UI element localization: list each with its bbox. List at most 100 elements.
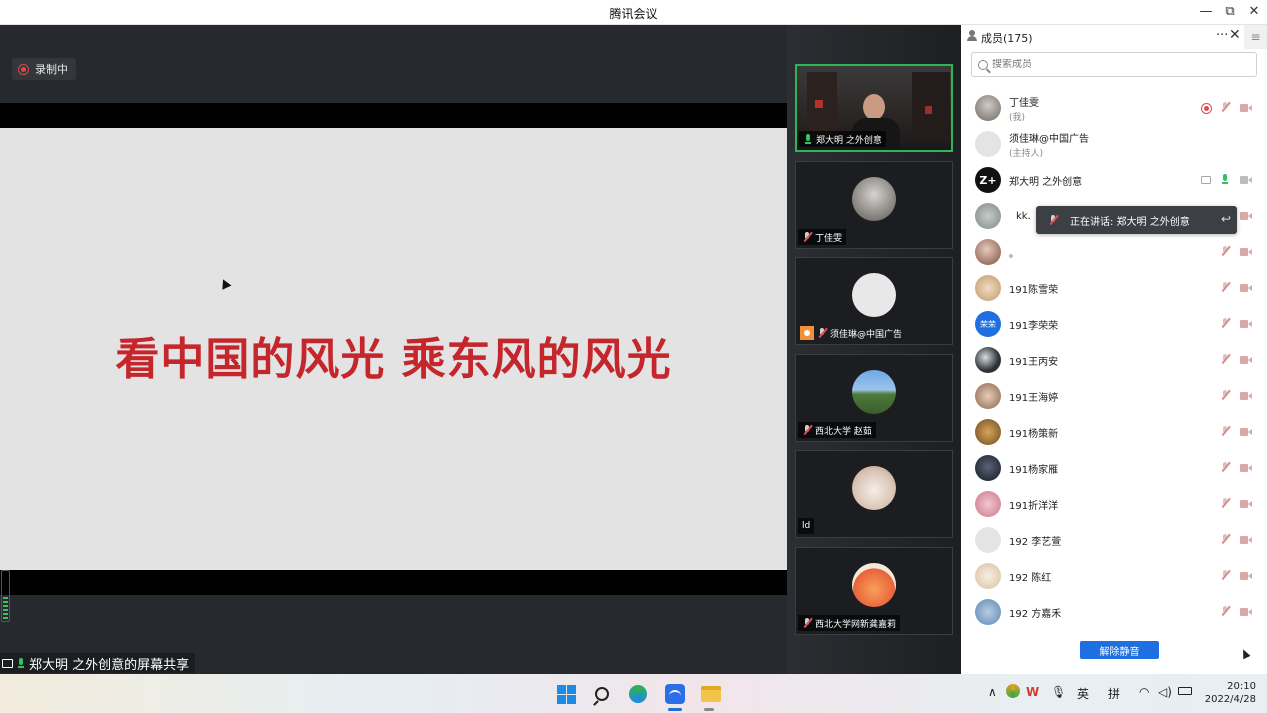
video-tile[interactable]: ld (795, 450, 953, 538)
avatar (975, 419, 1001, 445)
member-panel: 成员(175) ··· ✕ ≡ 丁佳雯 (我) 须佳琳@中国广告 (主持人) Z+ … (961, 25, 1267, 674)
tencent-meeting-taskbar-button[interactable] (664, 683, 686, 705)
ime-pinyin-toggle[interactable]: 拼 (1108, 685, 1120, 702)
mic-muted-icon[interactable] (1220, 318, 1230, 328)
member-row[interactable]: 192 方嘉禾 (961, 594, 1267, 625)
mic-muted-icon[interactable] (1220, 426, 1230, 436)
member-row[interactable]: 荣荣 191李荣荣 (961, 306, 1267, 342)
start-button[interactable] (555, 683, 577, 705)
member-row[interactable]: Z+ 郑大明 之外创意 (961, 162, 1267, 198)
mic-muted-icon[interactable] (1220, 498, 1230, 508)
avatar (975, 239, 1001, 265)
mic-on-icon[interactable] (1220, 174, 1230, 184)
video-tile[interactable]: 郑大明 之外创意 (795, 64, 953, 152)
member-search-input[interactable] (992, 59, 1242, 70)
restore-button[interactable]: ⧉ (1220, 3, 1240, 21)
video-tile[interactable]: 须佳琳@中国广告 (795, 257, 953, 345)
member-row[interactable]: 191王海婷 (961, 378, 1267, 414)
mic-muted-icon[interactable] (1220, 462, 1230, 472)
camera-off-icon[interactable] (1240, 248, 1252, 256)
camera-off-icon[interactable] (1240, 104, 1252, 112)
panel-menu-button[interactable]: ≡ (1244, 25, 1267, 49)
video-tile[interactable]: 丁佳雯 (795, 161, 953, 249)
title-bar: 腾讯会议 — ⧉ ✕ (0, 0, 1267, 25)
video-tile-name: 西北大学网新龚嘉莉 (815, 619, 897, 630)
file-explorer-taskbar-button[interactable] (700, 683, 722, 705)
clock[interactable]: 20:10 2022/4/28 (1200, 680, 1256, 706)
reply-arrow-icon[interactable]: ↩ (1221, 212, 1231, 226)
close-button[interactable]: ✕ (1244, 3, 1264, 21)
mic-muted-icon[interactable] (1220, 606, 1230, 616)
video-tile[interactable]: 西北大学网新龚嘉莉 (795, 547, 953, 635)
camera-off-icon[interactable] (1240, 428, 1252, 436)
avatar (975, 95, 1001, 121)
mouse-cursor-icon (1239, 647, 1251, 660)
unmute-all-button[interactable]: 解除静音 (1080, 641, 1159, 659)
camera-off-icon[interactable] (1240, 284, 1252, 292)
default-avatar-icon (975, 131, 1001, 157)
member-name: 191李荣荣 (1009, 320, 1059, 332)
member-list[interactable]: 丁佳雯 (我) 须佳琳@中国广告 (主持人) Z+ 郑大明 之外创意 kk. 。 (961, 90, 1267, 625)
tray-overflow-icon[interactable]: ∧ (988, 685, 997, 699)
wifi-icon[interactable]: ◠ (1139, 685, 1149, 699)
mic-muted-icon[interactable] (1220, 390, 1230, 400)
member-row[interactable]: 丁佳雯 (我) (961, 90, 1267, 126)
wps-icon[interactable]: W (1026, 685, 1039, 699)
members-icon (966, 30, 978, 42)
member-row[interactable]: 191王丙安 (961, 342, 1267, 378)
recording-badge[interactable]: 录制中 (12, 58, 76, 80)
member-name: 192 李艺萱 (1009, 536, 1062, 548)
camera-off-icon[interactable] (1240, 176, 1252, 184)
video-tile[interactable]: 西北大学 赵茹 (795, 354, 953, 442)
camera-off-icon[interactable] (1240, 500, 1252, 508)
video-tile-label: ld (798, 518, 815, 534)
screen-share-area[interactable]: 录制中 看中国的风光 乘东风的风光 郑大明 之外创意的屏幕共享 (0, 25, 787, 674)
video-tile-label: 丁佳雯 (798, 229, 847, 245)
screen-share-icon (1201, 176, 1211, 184)
battery-icon[interactable] (1178, 687, 1192, 695)
mic-muted-icon[interactable] (1220, 354, 1230, 364)
camera-off-icon[interactable] (1240, 464, 1252, 472)
member-row[interactable]: 191折洋洋 (961, 486, 1267, 522)
panel-close-button[interactable]: ✕ (1229, 27, 1241, 43)
tray-app-icon[interactable] (1006, 684, 1020, 698)
member-row[interactable]: 192 李艺萱 (961, 522, 1267, 558)
camera-off-icon[interactable] (1240, 608, 1252, 616)
mic-muted-icon[interactable] (1220, 534, 1230, 544)
camera-off-icon[interactable] (1240, 356, 1252, 364)
camera-off-icon[interactable] (1240, 572, 1252, 580)
mic-muted-icon[interactable] (1220, 102, 1230, 112)
member-row[interactable]: 191杨家雁 (961, 450, 1267, 486)
avatar (975, 347, 1001, 373)
volume-icon[interactable]: ◁) (1158, 685, 1172, 699)
avatar (975, 383, 1001, 409)
member-name: 192 方嘉禾 (1009, 608, 1062, 620)
panel-title: 成员(175) (981, 32, 1033, 45)
clock-time: 20:10 (1227, 681, 1256, 692)
default-avatar-icon (852, 273, 896, 317)
ime-english-toggle[interactable]: 英 (1077, 685, 1089, 702)
camera-off-icon[interactable] (1240, 392, 1252, 400)
member-search[interactable] (971, 52, 1257, 77)
speaking-tooltip-text: 正在讲话: 郑大明 之外创意 (1070, 216, 1190, 228)
panel-header: 成员(175) ··· ✕ ≡ (961, 25, 1267, 49)
avatar (975, 599, 1001, 625)
member-row[interactable]: 。 (961, 234, 1267, 270)
member-row[interactable]: 须佳琳@中国广告 (主持人) (961, 126, 1267, 162)
member-row[interactable]: 192 陈红 (961, 558, 1267, 594)
video-tile-label: 西北大学 赵茹 (798, 422, 876, 438)
member-row[interactable]: 191杨策新 (961, 414, 1267, 450)
mic-muted-icon[interactable] (1220, 570, 1230, 580)
browser-taskbar-button[interactable] (627, 683, 649, 705)
camera-off-icon[interactable] (1240, 212, 1252, 220)
microphone-icon[interactable]: 🎙︎ (1051, 685, 1066, 699)
mic-muted-icon[interactable] (1220, 282, 1230, 292)
mic-muted-icon[interactable] (1220, 246, 1230, 256)
camera-off-icon[interactable] (1240, 536, 1252, 544)
taskbar-search-button[interactable] (591, 683, 613, 705)
minimize-button[interactable]: — (1196, 3, 1216, 21)
camera-off-icon[interactable] (1240, 320, 1252, 328)
default-avatar-icon (975, 527, 1001, 553)
more-options-button[interactable]: ··· (1216, 28, 1228, 43)
member-row[interactable]: 191陈雪荣 (961, 270, 1267, 306)
